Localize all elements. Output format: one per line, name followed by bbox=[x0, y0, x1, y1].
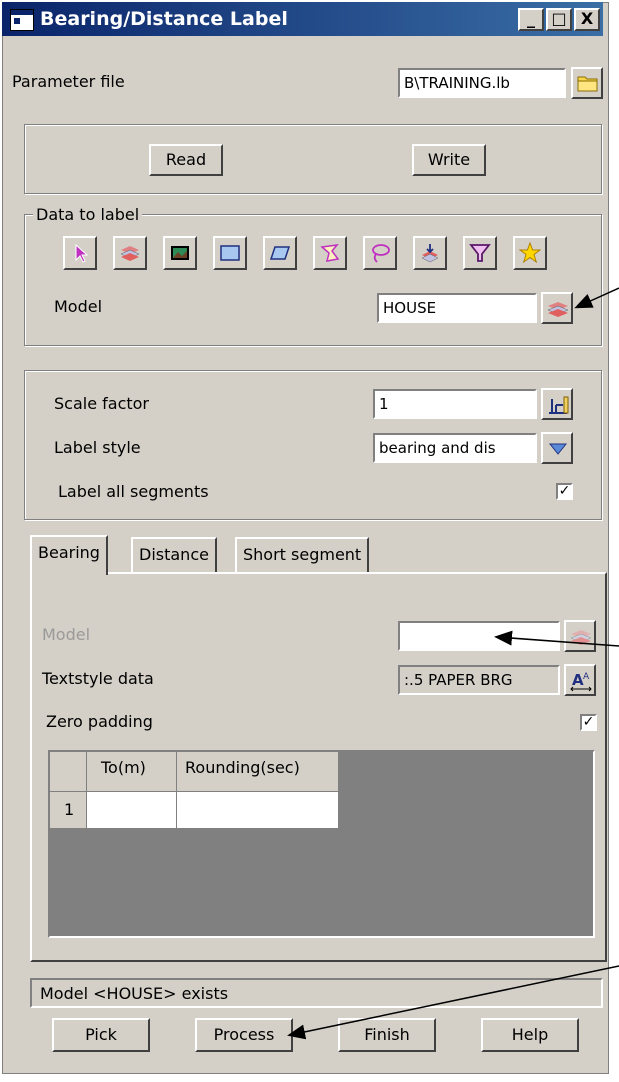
annotation-arrows bbox=[287, 287, 619, 1040]
arrow-process bbox=[287, 965, 619, 1040]
arrow-model-button bbox=[574, 287, 619, 309]
arrow-bearing-model bbox=[494, 630, 619, 647]
